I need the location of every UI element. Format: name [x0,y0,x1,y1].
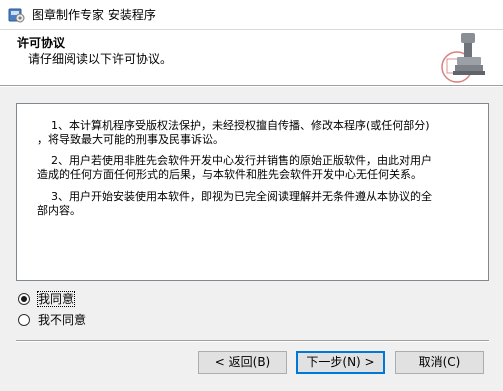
back-button[interactable]: < 返回(B) [198,351,287,374]
license-paragraph-1: 1、本计算机程序受版权法保护，未经授权擅自传播、修改本程序(或任何部分) ，将导… [37,119,430,146]
page-title: 许可协议 [17,36,66,50]
footer-divider-highlight [16,341,489,342]
radio-selected-dot [21,296,27,302]
installer-app-icon [8,8,25,23]
license-text-box[interactable]: 1、本计算机程序受版权法保护，未经授权擅自传播、修改本程序(或任何部分) ，将导… [16,103,489,281]
window-title: 图章制作专家 安装程序 [32,8,156,22]
cancel-button[interactable]: 取消(C) [395,351,484,374]
disagree-radio[interactable] [18,314,30,326]
page-subtitle: 请仔细阅读以下许可协议。 [28,52,173,66]
license-paragraph-2: 2、用户若使用非胜先会软件开发中心发行并销售的原始正版软件，由此对用户 造成的任… [37,154,432,181]
license-paragraph-3: 3、用户开始安装使用本软件，即视为已完全阅读理解并无条件遵从本协议的全 部内容。 [37,190,432,217]
next-button[interactable]: 下一步(N) > [296,351,385,374]
agree-label[interactable]: 我同意 [36,291,76,307]
agree-radio[interactable] [18,293,30,305]
disagree-label[interactable]: 我不同意 [38,313,86,327]
title-bar: 图章制作专家 安装程序 [0,0,503,30]
stamp-logo-icon [441,33,485,83]
